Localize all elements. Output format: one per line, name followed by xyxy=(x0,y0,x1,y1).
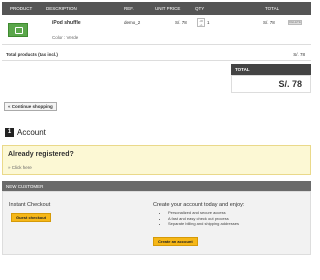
column-qty: Qty xyxy=(195,6,205,11)
column-description: Description xyxy=(46,6,77,11)
new-customer-header: New Customer xyxy=(2,181,311,191)
quantity-value: 1 xyxy=(207,20,210,25)
account-title: Account xyxy=(17,128,46,137)
product-unit-price: S/. 78 xyxy=(175,20,187,25)
cart-table-header: Product Description Ref. Unit price Qty … xyxy=(2,2,311,15)
thumbnail-shape xyxy=(15,27,23,34)
create-account-button[interactable]: Create an account xyxy=(153,237,198,246)
cart-item-row: iPod shuffle Color : Verde demo_2 S/. 78… xyxy=(2,15,311,45)
column-product: Product xyxy=(10,6,33,11)
column-unit-price: Unit price xyxy=(155,6,181,11)
quantity-stepper[interactable]: -30 +1 xyxy=(197,18,205,27)
already-registered-title: Already registered? xyxy=(8,151,74,158)
benefit-item: Separate billing and shipping addresses xyxy=(168,221,239,227)
new-customer-panel: Instant Checkout Guest checkout Create y… xyxy=(2,191,311,255)
total-label: TOTAL xyxy=(231,64,311,75)
ipod-shuffle-thumbnail-icon[interactable] xyxy=(8,23,28,37)
delete-item-button[interactable]: DELETE xyxy=(288,20,302,25)
total-products-row: Total products (tax incl.) S/. 78 xyxy=(2,49,311,61)
account-heading: 1 Account xyxy=(5,128,46,137)
product-name-link[interactable]: iPod shuffle xyxy=(52,20,81,26)
column-ref: Ref. xyxy=(124,6,134,11)
total-products-value: S/. 78 xyxy=(293,52,305,57)
already-registered-panel: Already registered? » Click here xyxy=(2,145,311,175)
benefits-list: Personalized and secure access A fast an… xyxy=(168,210,239,227)
total-value: S/. 78 xyxy=(231,75,311,93)
product-ref: demo_2 xyxy=(124,20,141,25)
guest-checkout-button[interactable]: Guest checkout xyxy=(11,213,52,222)
product-color: Color : Verde xyxy=(52,35,79,40)
product-total-price: S/. 78 xyxy=(263,20,275,25)
create-account-title: Create your account today and enjoy: xyxy=(153,202,245,208)
column-total: Total xyxy=(265,6,280,11)
instant-checkout-title: Instant Checkout xyxy=(9,202,51,208)
continue-shopping-button[interactable]: « Continue shopping xyxy=(4,102,57,111)
step-number-badge: 1 xyxy=(5,128,14,137)
click-here-link[interactable]: » Click here xyxy=(8,165,32,170)
total-products-label: Total products (tax incl.) xyxy=(6,52,58,57)
